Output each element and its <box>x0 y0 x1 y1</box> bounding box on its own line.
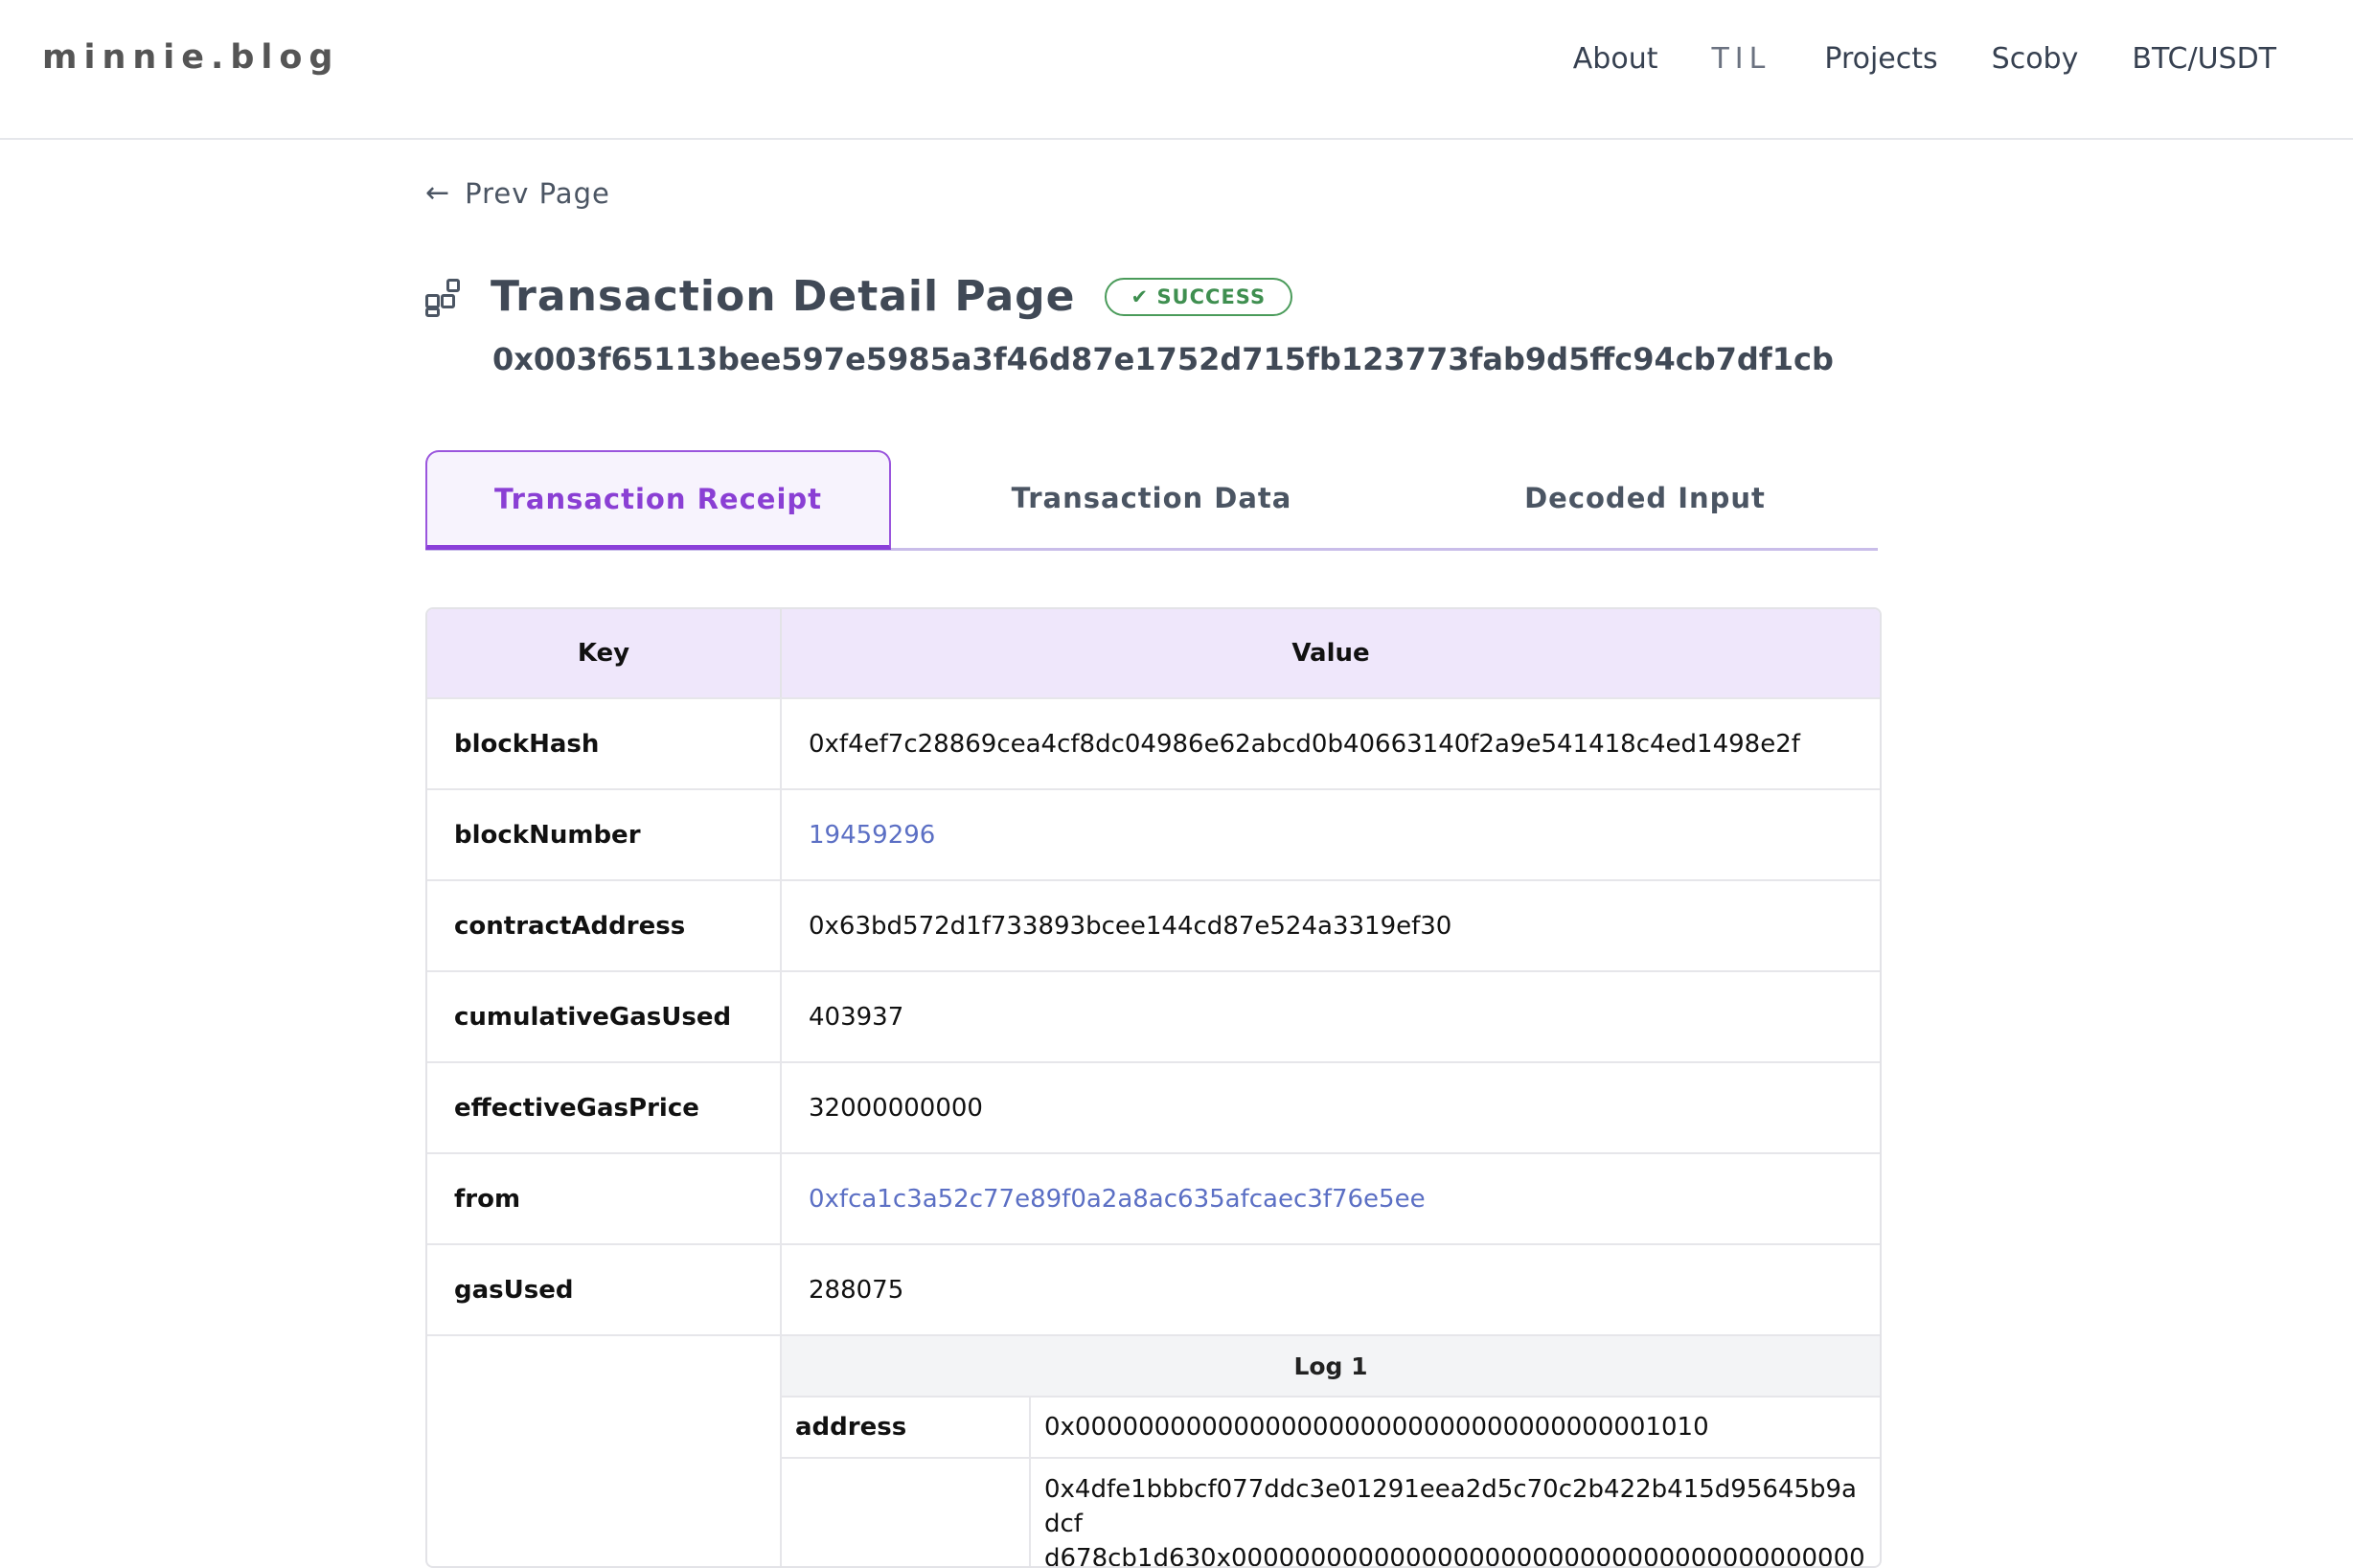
page-title: Transaction Detail Page <box>491 272 1076 321</box>
row-value: 403937 <box>809 1002 904 1032</box>
status-text: SUCCESS <box>1156 284 1267 308</box>
nav-about[interactable]: About <box>1573 42 1658 76</box>
table-row: cumulativeGasUsed 403937 <box>427 970 1880 1061</box>
log-data-line-1: 0x4dfe1bbbcf077ddc3e01291eea2d5c70c2b422… <box>1044 1475 1857 1538</box>
logs-row: Log 1 address 0x000000000000000000000000… <box>427 1334 1880 1566</box>
tab-transaction-data[interactable]: Transaction Data <box>891 450 1412 546</box>
header-value: Value <box>1291 639 1370 668</box>
table-row: effectiveGasPrice 32000000000 <box>427 1061 1880 1152</box>
transaction-hash: 0x003f65113bee597e5985a3f46d87e1752d715f… <box>492 341 1834 377</box>
nav-btc-usdt[interactable]: BTC/USDT <box>2132 42 2276 76</box>
main-nav: About TIL Projects Scoby BTC/USDT <box>1573 42 2276 76</box>
log-data-row: 0x4dfe1bbbcf077ddc3e01291eea2d5c70c2b422… <box>782 1457 1880 1568</box>
nav-til[interactable]: TIL <box>1711 42 1770 76</box>
row-value: 288075 <box>809 1275 904 1305</box>
log-address-key: address <box>782 1398 1031 1457</box>
tab-transaction-receipt[interactable]: Transaction Receipt <box>425 450 891 550</box>
title-row: Transaction Detail Page ✔ SUCCESS <box>425 272 1293 321</box>
top-navbar: minnie.blog About TIL Projects Scoby BTC… <box>0 0 2353 140</box>
table-row: gasUsed 288075 <box>427 1243 1880 1334</box>
prev-page-link[interactable]: ← Prev Page <box>425 176 610 210</box>
site-brand[interactable]: minnie.blog <box>42 38 339 77</box>
tab-bar: Transaction Receipt Transaction Data Dec… <box>425 450 1878 551</box>
header-key: Key <box>427 609 782 697</box>
tab-decoded-input[interactable]: Decoded Input <box>1412 450 1878 546</box>
row-key: gasUsed <box>427 1245 782 1334</box>
from-address-link[interactable]: 0xfca1c3a52c77e89f0a2a8ac635afcaec3f76e5… <box>782 1154 1880 1243</box>
log-address-row: address 0x000000000000000000000000000000… <box>782 1396 1880 1457</box>
table-row: blockHash 0xf4ef7c28869cea4cf8dc04986e62… <box>427 697 1880 788</box>
table-header: Key Value <box>427 609 1880 697</box>
block-number-link[interactable]: 19459296 <box>782 790 1880 879</box>
row-key: from <box>427 1154 782 1243</box>
arrow-left-icon: ← <box>425 176 450 210</box>
table-row: contractAddress 0x63bd572d1f733893bcee14… <box>427 879 1880 970</box>
table-row: blockNumber 19459296 <box>427 788 1880 879</box>
log-data-value: 0x4dfe1bbbcf077ddc3e01291eea2d5c70c2b422… <box>1031 1459 1880 1568</box>
blocks-icon <box>425 278 462 317</box>
row-value: 32000000000 <box>809 1093 983 1123</box>
row-value: 0xf4ef7c28869cea4cf8dc04986e62abcd0b4066… <box>809 729 1800 759</box>
nav-projects[interactable]: Projects <box>1824 42 1937 76</box>
row-key: effectiveGasPrice <box>427 1063 782 1152</box>
log-data-key <box>782 1459 1031 1566</box>
prev-page-label: Prev Page <box>465 176 610 210</box>
nav-scoby[interactable]: Scoby <box>1992 42 2079 76</box>
row-key: contractAddress <box>427 881 782 970</box>
status-badge: ✔ SUCCESS <box>1104 277 1293 316</box>
row-value: 0x63bd572d1f733893bcee144cd87e524a3319ef… <box>809 911 1452 941</box>
log-address-value: 0x00000000000000000000000000000000000010… <box>1044 1413 1709 1442</box>
log-data-line-2: d678cb1d630x0000000000000000000000000000… <box>1044 1544 1865 1568</box>
check-icon: ✔ <box>1131 284 1150 308</box>
row-key: blockHash <box>427 699 782 788</box>
logs-value-cell: Log 1 address 0x000000000000000000000000… <box>782 1336 1880 1566</box>
logs-key-cell <box>427 1336 782 1566</box>
receipt-table: Key Value blockHash 0xf4ef7c28869cea4cf8… <box>425 607 1882 1568</box>
log-title: Log 1 <box>782 1336 1880 1396</box>
table-row: from 0xfca1c3a52c77e89f0a2a8ac635afcaec3… <box>427 1152 1880 1243</box>
row-key: cumulativeGasUsed <box>427 972 782 1061</box>
row-key: blockNumber <box>427 790 782 879</box>
